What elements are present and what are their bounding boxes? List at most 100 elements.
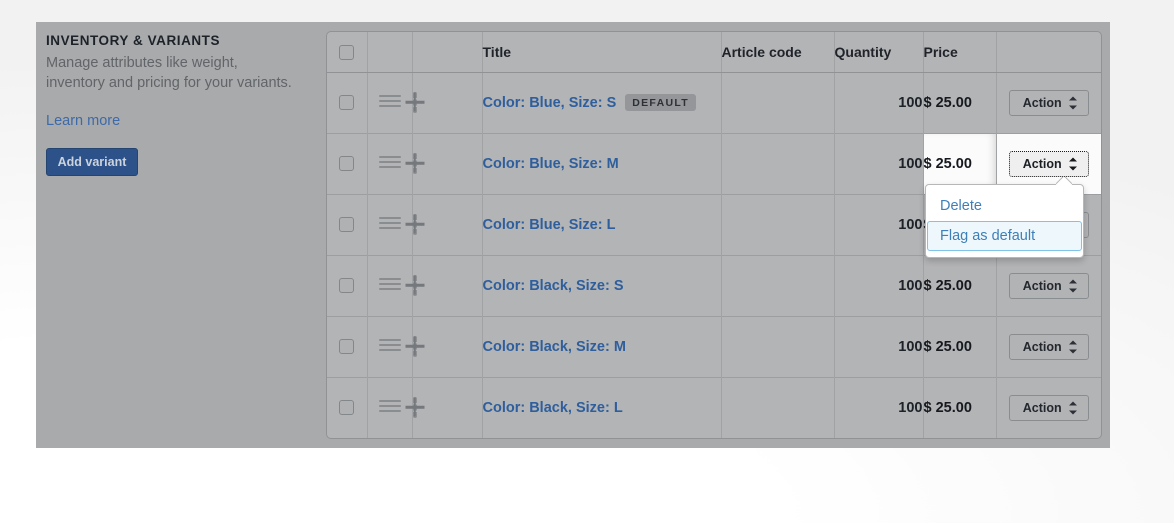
- variant-title-link[interactable]: Color: Blue, Size: L: [483, 216, 616, 232]
- image-column-header: [412, 32, 483, 73]
- row-article-code-cell: [721, 193, 835, 255]
- row-action-label: Action: [1022, 339, 1062, 354]
- sort-updown-icon: [1068, 340, 1077, 353]
- action-column-header: [996, 32, 1101, 73]
- row-image-cell: [412, 376, 483, 438]
- row-action-button[interactable]: Action: [1008, 394, 1089, 421]
- variant-title-link[interactable]: Color: Blue, Size: S: [483, 94, 617, 110]
- row-image-cell: [412, 132, 483, 194]
- row-article-code-cell: [721, 132, 835, 194]
- row-price-cell: $ 25.00: [923, 254, 997, 316]
- variant-title-link[interactable]: Color: Black, Size: L: [483, 400, 623, 416]
- row-action-button[interactable]: Action: [1008, 89, 1089, 116]
- row-checkbox[interactable]: [339, 216, 355, 232]
- row-image-cell: [412, 315, 483, 377]
- select-all-checkbox[interactable]: [339, 45, 355, 61]
- sort-updown-icon: [1068, 279, 1077, 292]
- table-header-row: Title Article code Quantity Price: [327, 32, 1101, 73]
- row-article-code-cell: [721, 254, 835, 316]
- row-select-cell: [327, 72, 368, 133]
- drag-handle-icon[interactable]: [378, 277, 401, 290]
- variant-title-link[interactable]: Color: Blue, Size: M: [483, 155, 619, 171]
- row-action-button[interactable]: Action: [1008, 333, 1089, 360]
- row-action-label: Action: [1022, 95, 1062, 110]
- drag-column-header: [367, 32, 413, 73]
- section-eyebrow-title: INVENTORY & VARIANTS: [46, 33, 221, 48]
- row-action-label: Action: [1022, 156, 1062, 171]
- row-title-cell: Color: Black, Size: S: [482, 254, 722, 316]
- sort-updown-icon: [1068, 401, 1077, 415]
- row-action-cell: Action: [996, 315, 1101, 377]
- variant-title-link[interactable]: Color: Black, Size: M: [483, 338, 626, 354]
- row-article-code-cell: [721, 315, 835, 377]
- variants-table-head: Title Article code Quantity Price: [327, 32, 1101, 73]
- row-quantity-cell: 100: [834, 315, 924, 377]
- page-root: INVENTORY & VARIANTS Manage attributes l…: [0, 0, 1174, 523]
- row-quantity-cell: 100: [834, 193, 924, 255]
- row-action-button[interactable]: Action: [1008, 150, 1089, 177]
- add-image-plus-icon[interactable]: [412, 335, 417, 357]
- learn-more-link[interactable]: Learn more: [46, 113, 120, 129]
- row-quantity-cell: 100: [834, 376, 924, 438]
- add-image-plus-icon[interactable]: [412, 152, 417, 174]
- row-image-cell: [412, 72, 483, 133]
- row-quantity-cell: 100: [834, 72, 924, 133]
- row-title-cell: Color: Black, Size: L: [482, 376, 722, 438]
- row-checkbox[interactable]: [339, 155, 355, 171]
- table-row: Color: Black, Size: M 100 $ 25.00 Action: [327, 315, 1101, 377]
- row-select-cell: [327, 376, 368, 438]
- table-row: Color: Blue, Size: S DEFAULT 100 $ 25.00 Act…: [327, 72, 1101, 133]
- title-column-header: Title: [482, 32, 722, 73]
- drag-handle-icon[interactable]: [378, 94, 401, 107]
- section-description: Manage attributes like weight, inventory…: [46, 55, 292, 91]
- article-code-column-header: Article code: [721, 32, 835, 73]
- menu-item-delete[interactable]: Delete: [927, 191, 1082, 221]
- drag-handle-icon[interactable]: [378, 399, 401, 412]
- dropdown-caret-icon: [1056, 177, 1072, 185]
- add-image-plus-icon[interactable]: [412, 213, 417, 235]
- row-image-cell: [412, 193, 483, 255]
- quantity-column-header: Quantity: [834, 32, 924, 73]
- row-select-cell: [327, 132, 368, 194]
- row-checkbox[interactable]: [339, 94, 355, 110]
- row-image-cell: [412, 254, 483, 316]
- sort-updown-icon: [1068, 96, 1077, 109]
- row-action-label: Action: [1022, 278, 1062, 293]
- row-select-cell: [327, 193, 368, 255]
- row-action-cell: Action: [996, 376, 1101, 438]
- row-select-cell: [327, 254, 368, 316]
- inventory-variants-info: INVENTORY & VARIANTS Manage attributes l…: [46, 32, 308, 177]
- menu-item-flag-as-default[interactable]: Flag as default: [927, 221, 1082, 251]
- table-row: Color: Black, Size: S 100 $ 25.00 Action: [327, 254, 1101, 316]
- price-column-header: Price: [923, 32, 997, 73]
- row-action-button[interactable]: Action: [1008, 272, 1089, 299]
- row-price-cell: $ 25.00: [923, 376, 997, 438]
- row-title-cell: Color: Blue, Size: L: [482, 193, 722, 255]
- add-image-plus-icon[interactable]: [412, 91, 417, 113]
- row-price-cell: $ 25.00: [923, 72, 997, 133]
- table-row: Color: Black, Size: L 100 $ 25.00 Action: [327, 376, 1101, 438]
- variant-title-link[interactable]: Color: Black, Size: S: [483, 277, 624, 293]
- drag-handle-icon[interactable]: [378, 155, 401, 168]
- row-select-cell: [327, 315, 368, 377]
- row-title-cell: Color: Blue, Size: M: [482, 132, 722, 194]
- default-badge: DEFAULT: [625, 93, 696, 111]
- action-dropdown-menu: Delete Flag as default: [925, 184, 1084, 258]
- row-checkbox[interactable]: [339, 338, 355, 354]
- row-action-cell: Action: [996, 254, 1101, 316]
- row-checkbox[interactable]: [339, 400, 355, 416]
- add-image-plus-icon[interactable]: [412, 396, 417, 418]
- row-title-cell: Color: Black, Size: M: [482, 315, 722, 377]
- row-article-code-cell: [721, 376, 835, 438]
- row-checkbox[interactable]: [339, 277, 355, 293]
- row-quantity-cell: 100: [834, 132, 924, 194]
- drag-handle-icon[interactable]: [378, 338, 401, 351]
- add-variant-button[interactable]: Add variant: [46, 148, 138, 177]
- row-quantity-cell: 100: [834, 254, 924, 316]
- row-action-label: Action: [1022, 400, 1062, 415]
- drag-handle-icon[interactable]: [378, 216, 401, 229]
- row-title-cell: Color: Blue, Size: S DEFAULT: [482, 72, 722, 133]
- add-image-plus-icon[interactable]: [412, 274, 417, 296]
- row-action-cell: Action: [996, 72, 1101, 133]
- select-all-header: [327, 32, 368, 73]
